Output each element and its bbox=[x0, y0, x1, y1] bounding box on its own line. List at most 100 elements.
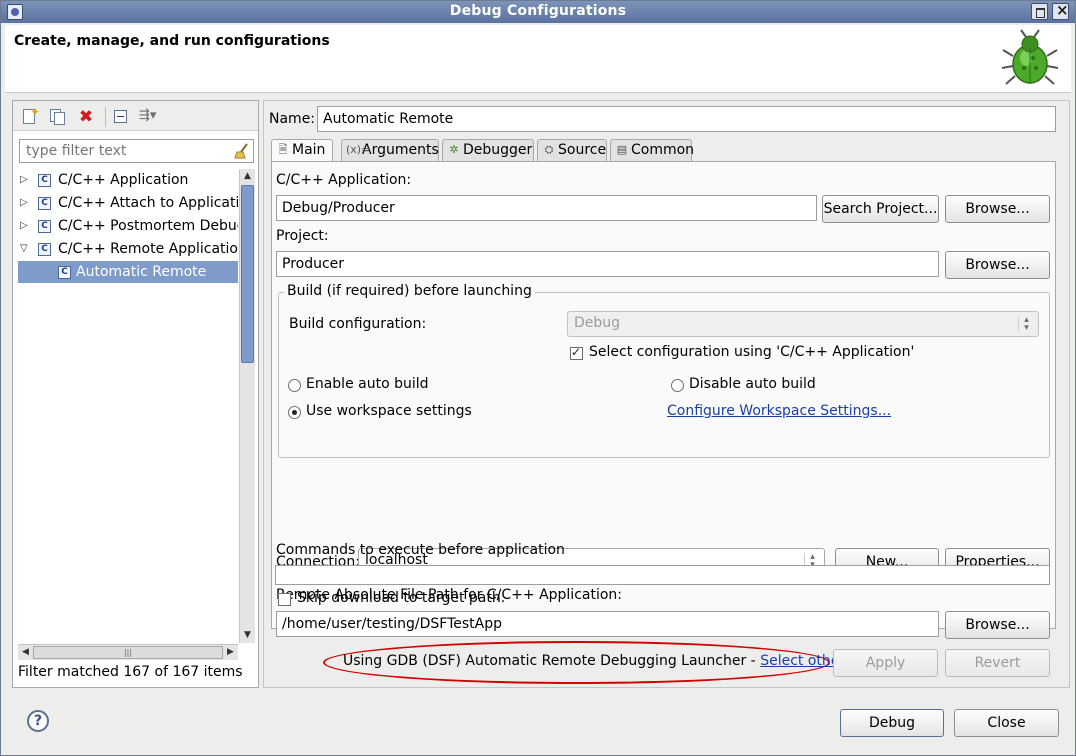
bug-icon bbox=[1001, 29, 1059, 85]
use-workspace-settings-label: Use workspace settings bbox=[306, 403, 472, 419]
launcher-text: Using GDB (DSF) Automatic Remote Debuggi… bbox=[343, 653, 857, 669]
scroll-right-icon[interactable]: ▶ bbox=[223, 645, 238, 660]
tree-item-automatic-remote[interactable]: C Automatic Remote bbox=[18, 261, 238, 283]
browse-application-button[interactable]: Browse... bbox=[945, 195, 1050, 223]
tree-item-label: Automatic Remote bbox=[76, 264, 207, 280]
cpp-config-icon: C bbox=[38, 220, 51, 233]
tab-source[interactable]: ⛭ Source bbox=[537, 139, 607, 161]
skip-download-checkbox[interactable] bbox=[278, 593, 291, 606]
tab-arguments[interactable]: (x)= Arguments bbox=[341, 139, 439, 161]
build-configuration-value: Debug bbox=[574, 315, 621, 331]
debug-configurations-window: Debug Configurations Create, manage, and… bbox=[0, 0, 1076, 756]
help-icon[interactable]: ? bbox=[27, 710, 49, 732]
main-tab-panel: C/C++ Application: Search Project... Bro… bbox=[271, 161, 1056, 639]
tab-label: Arguments bbox=[362, 142, 439, 158]
disable-auto-build-label: Disable auto build bbox=[689, 376, 816, 392]
tree-item-label: C/C++ Attach to Application bbox=[58, 195, 238, 211]
source-icon: ⛭ bbox=[544, 143, 554, 156]
build-configuration-label: Build configuration: bbox=[289, 316, 427, 332]
cpp-application-field[interactable] bbox=[276, 195, 817, 221]
build-group: Build (if required) before launching Bui… bbox=[278, 283, 1050, 458]
remote-path-field[interactable] bbox=[276, 611, 939, 637]
close-button[interactable]: Close bbox=[954, 709, 1059, 737]
build-configuration-select: Debug ▴ ▾ bbox=[567, 311, 1039, 337]
bug-gear-icon: ✲ bbox=[449, 143, 459, 156]
apply-button[interactable]: Apply bbox=[833, 649, 938, 677]
enable-auto-build-radio[interactable] bbox=[288, 379, 301, 392]
tree-horizontal-scrollbar[interactable]: ◀ ||| ▶ bbox=[18, 644, 238, 660]
expand-arrow-icon[interactable]: ▷ bbox=[20, 215, 32, 237]
scroll-left-icon[interactable]: ◀ bbox=[18, 645, 33, 660]
collapse-all-icon[interactable] bbox=[112, 108, 130, 126]
page-icon: 🗎 bbox=[278, 143, 288, 156]
window-title: Debug Configurations bbox=[449, 3, 627, 19]
browse-remote-button[interactable]: Browse... bbox=[945, 611, 1050, 639]
tab-main[interactable]: 🗎 Main bbox=[271, 139, 333, 162]
launcher-description: Using GDB (DSF) Automatic Remote Debuggi… bbox=[343, 653, 761, 669]
tab-label: Main bbox=[292, 142, 326, 158]
tab-label: Source bbox=[558, 142, 607, 158]
tab-common[interactable]: ▤ Common bbox=[610, 139, 695, 161]
tree-vertical-scrollbar[interactable]: ▲ ▼ bbox=[239, 169, 255, 643]
toolbar-separator bbox=[105, 107, 106, 127]
clear-filter-icon[interactable] bbox=[234, 143, 250, 159]
tree-item-cpp-postmortem[interactable]: ▷ C C/C++ Postmortem Debugger bbox=[18, 215, 238, 237]
search-project-button[interactable]: Search Project... bbox=[822, 195, 939, 223]
name-field[interactable] bbox=[317, 106, 1056, 132]
cpp-application-label: C/C++ Application: bbox=[276, 172, 412, 188]
title-bar: Debug Configurations bbox=[1, 1, 1075, 23]
page-heading: Create, manage, and run configurations bbox=[14, 33, 330, 49]
name-label: Name: bbox=[269, 111, 316, 127]
header-banner: Create, manage, and run configurations bbox=[5, 25, 1071, 93]
variable-icon: (x)= bbox=[346, 143, 371, 156]
scroll-down-icon[interactable]: ▼ bbox=[240, 628, 255, 643]
tab-label: Common bbox=[631, 142, 695, 158]
tree-item-cpp-attach[interactable]: ▷ C C/C++ Attach to Application bbox=[18, 192, 238, 214]
tree-item-label: C/C++ Postmortem Debugger bbox=[58, 218, 238, 234]
enable-auto-build-label: Enable auto build bbox=[306, 376, 429, 392]
project-field[interactable] bbox=[276, 251, 939, 277]
tab-debugger[interactable]: ✲ Debugger bbox=[442, 139, 534, 161]
expand-arrow-icon[interactable]: ▷ bbox=[20, 169, 32, 191]
delete-configuration-icon[interactable]: ✖ bbox=[77, 108, 95, 126]
filter-status: Filter matched 167 of 167 items bbox=[18, 664, 243, 680]
commands-label: Commands to execute before application bbox=[276, 542, 565, 558]
use-workspace-settings-radio[interactable] bbox=[288, 406, 301, 419]
tree-item-label: C/C++ Application bbox=[58, 172, 189, 188]
build-group-label: Build (if required) before launching bbox=[284, 283, 535, 299]
scroll-thumb[interactable]: ||| bbox=[33, 646, 223, 659]
tree-item-cpp-remote[interactable]: ▽ C C/C++ Remote Application bbox=[18, 238, 238, 260]
configuration-toolbar: ✦ ✖ ⇶▾ bbox=[13, 101, 258, 131]
skip-download-label: Skip download to target path. bbox=[297, 590, 506, 606]
select-configuration-checkbox[interactable] bbox=[570, 345, 583, 360]
disable-auto-build-radio[interactable] bbox=[671, 379, 684, 392]
cpp-config-icon: C bbox=[38, 197, 51, 210]
cpp-config-icon: C bbox=[38, 243, 51, 256]
filter-menu-icon[interactable]: ⇶▾ bbox=[139, 108, 167, 126]
combo-arrows-icon: ▴ ▾ bbox=[1018, 316, 1034, 333]
cpp-config-icon: C bbox=[38, 174, 51, 187]
scroll-up-icon[interactable]: ▲ bbox=[240, 169, 255, 184]
commands-field[interactable] bbox=[275, 565, 1050, 585]
project-label: Project: bbox=[276, 228, 329, 244]
tab-label: Debugger bbox=[463, 142, 533, 158]
tree-item-cpp-application[interactable]: ▷ C C/C++ Application bbox=[18, 169, 238, 191]
configure-workspace-settings-link[interactable]: Configure Workspace Settings... bbox=[667, 403, 891, 419]
configuration-list-pane: ✦ ✖ ⇶▾ ▷ C C/C++ Application ▷ C C/C++ A… bbox=[12, 100, 259, 688]
duplicate-configuration-icon[interactable] bbox=[49, 108, 67, 126]
expand-arrow-icon[interactable]: ▷ bbox=[20, 192, 32, 214]
scroll-thumb[interactable] bbox=[241, 185, 254, 363]
common-icon: ▤ bbox=[616, 143, 628, 156]
close-window-button[interactable] bbox=[1052, 1, 1069, 20]
browse-project-button[interactable]: Browse... bbox=[945, 251, 1050, 279]
collapse-arrow-icon[interactable]: ▽ bbox=[20, 238, 32, 260]
maximize-button[interactable] bbox=[1031, 3, 1048, 20]
configuration-tree: ▷ C C/C++ Application ▷ C C/C++ Attach t… bbox=[18, 169, 238, 644]
cpp-config-icon: C bbox=[58, 266, 71, 279]
debug-button[interactable]: Debug bbox=[840, 709, 944, 737]
tree-item-label: C/C++ Remote Application bbox=[58, 241, 238, 257]
revert-button[interactable]: Revert bbox=[945, 649, 1050, 677]
select-configuration-label: Select configuration using 'C/C++ Applic… bbox=[589, 344, 915, 360]
filter-input[interactable] bbox=[19, 139, 254, 163]
new-configuration-icon[interactable]: ✦ bbox=[21, 105, 40, 126]
